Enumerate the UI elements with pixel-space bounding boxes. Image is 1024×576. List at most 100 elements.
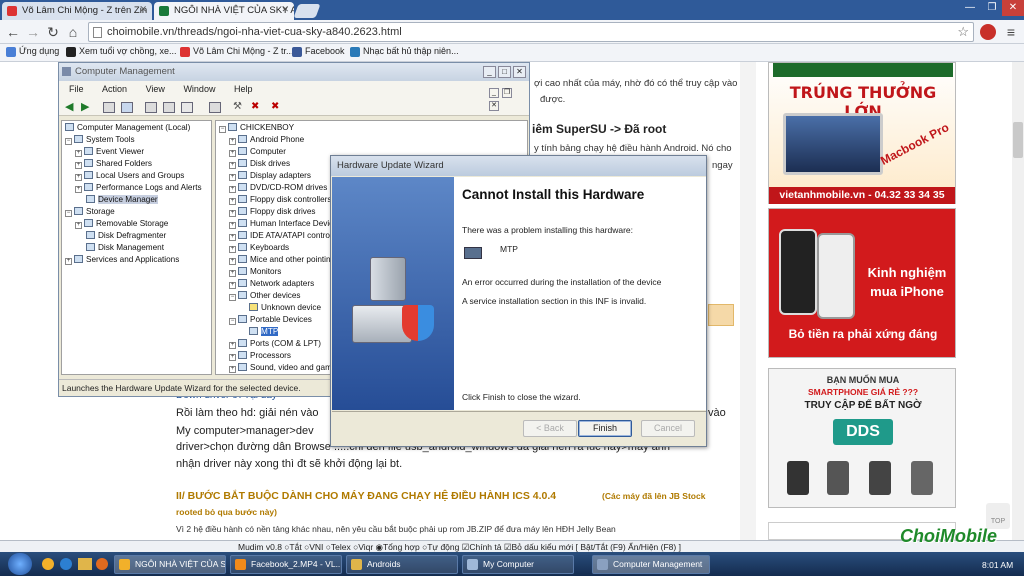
media-player-icon[interactable]: [96, 558, 108, 570]
cancel-button[interactable]: Cancel: [641, 420, 695, 437]
chrome-icon[interactable]: [42, 558, 54, 570]
expand-icon[interactable]: +: [229, 198, 236, 205]
forward-arrow-icon[interactable]: →: [24, 22, 42, 42]
device-category[interactable]: − Portable Devices: [229, 315, 312, 325]
tree-item[interactable]: + Performance Logs and Alerts: [75, 183, 202, 193]
tree-item[interactable]: Disk Management: [86, 243, 164, 252]
cm-title-bar[interactable]: Computer Management: [59, 63, 529, 81]
close-tab-icon[interactable]: ✕: [281, 4, 289, 15]
show-tree-icon[interactable]: [121, 102, 133, 113]
expand-icon[interactable]: +: [229, 270, 236, 277]
expand-icon[interactable]: +: [75, 162, 82, 169]
scan-hardware-icon[interactable]: ⚒: [233, 102, 245, 113]
ad-dds[interactable]: BẠN MUỐN MUA SMARTPHONE GIÁ RẺ ??? TRUY …: [768, 368, 956, 508]
taskbar-item-androids[interactable]: Androids: [346, 555, 458, 574]
tree-item-device-manager[interactable]: Device Manager: [86, 195, 158, 204]
menu-view[interactable]: View: [146, 84, 165, 94]
tree-item[interactable]: + Removable Storage: [75, 219, 168, 229]
back-arrow-icon[interactable]: ←: [4, 22, 22, 42]
menu-window[interactable]: Window: [183, 84, 215, 94]
ad-vietanhmobile[interactable]: TRÚNG THƯỞNG LỚN Macbook Pro vietanhmobi…: [768, 62, 956, 204]
ad-iphone[interactable]: Kinh nghiệm mua iPhone Bỏ tiền ra phải x…: [768, 208, 956, 358]
device-item[interactable]: Unknown device: [249, 303, 321, 312]
finish-button[interactable]: Finish: [578, 420, 632, 437]
tree-item[interactable]: − Storage: [65, 207, 115, 217]
close-tab-icon[interactable]: ✕: [139, 4, 147, 15]
bookmark-xem-tuoi[interactable]: Xem tuổi vợ chồng, xe...: [66, 46, 176, 60]
collapse-icon[interactable]: −: [229, 294, 236, 301]
expand-icon[interactable]: +: [65, 258, 72, 265]
device-root[interactable]: − CHICKENBOY: [219, 123, 294, 133]
menu-icon[interactable]: ≡: [1002, 22, 1020, 42]
reload-icon[interactable]: ↻: [44, 22, 62, 42]
expand-icon[interactable]: +: [229, 138, 236, 145]
menu-action[interactable]: Action: [102, 84, 127, 94]
device-category[interactable]: + Ports (COM & LPT): [229, 339, 321, 349]
menu-help[interactable]: Help: [234, 84, 253, 94]
expand-icon[interactable]: +: [229, 186, 236, 193]
home-icon[interactable]: ⌂: [64, 22, 82, 42]
expand-icon[interactable]: +: [229, 174, 236, 181]
expand-icon[interactable]: +: [229, 366, 236, 373]
adblock-icon[interactable]: [980, 24, 996, 40]
print-icon[interactable]: [163, 102, 175, 113]
bookmark-nhac[interactable]: Nhạc bất hủ thập niên...: [350, 46, 459, 60]
expand-icon[interactable]: +: [75, 186, 82, 193]
inner-minimize-button[interactable]: _: [489, 88, 499, 98]
wizard-title-bar[interactable]: Hardware Update Wizard: [331, 156, 706, 176]
tree-item[interactable]: + Event Viewer: [75, 147, 144, 157]
minimize-window-button[interactable]: —: [960, 0, 980, 16]
tree-item[interactable]: Computer Management (Local): [65, 123, 190, 132]
cm-maximize-button[interactable]: □: [498, 66, 511, 78]
taskbar-item-my-computer[interactable]: My Computer: [462, 555, 574, 574]
up-folder-icon[interactable]: [103, 102, 115, 113]
close-window-button[interactable]: ✕: [1002, 0, 1024, 16]
expand-icon[interactable]: +: [229, 234, 236, 241]
expand-icon[interactable]: +: [229, 258, 236, 265]
ie-icon[interactable]: [60, 558, 72, 570]
device-category[interactable]: + Network adapters: [229, 279, 314, 289]
tree-item[interactable]: Disk Defragmenter: [86, 231, 166, 240]
back-arrow-icon[interactable]: ◀: [65, 102, 77, 113]
bookmark-facebook[interactable]: Facebook: [292, 46, 345, 60]
expand-icon[interactable]: +: [75, 174, 82, 181]
tab-vo-lam[interactable]: Võ Lâm Chi Mộng - Z trên Zin ✕: [2, 2, 152, 20]
help-icon[interactable]: [181, 102, 193, 113]
bookmark-vo-lam[interactable]: Võ Lâm Chi Mộng - Z tr...: [180, 46, 294, 60]
address-bar[interactable]: choimobile.vn/threads/ngoi-nha-viet-cua-…: [88, 22, 974, 42]
expand-icon[interactable]: +: [229, 210, 236, 217]
tree-item[interactable]: + Services and Applications: [65, 255, 179, 265]
cm-close-button[interactable]: ✕: [513, 66, 526, 78]
tree-item[interactable]: + Local Users and Groups: [75, 171, 184, 181]
clock[interactable]: 8:01 AM: [982, 560, 1013, 570]
collapse-icon[interactable]: −: [219, 126, 226, 133]
refresh-icon[interactable]: [209, 102, 221, 113]
device-category[interactable]: − Other devices: [229, 291, 301, 301]
ime-options[interactable]: Mudim v0.8 ○Tắt ○VNI ○Telex ○Viqr ◉Tổng …: [238, 542, 681, 552]
device-category[interactable]: + Human Interface Devices: [229, 219, 342, 229]
device-category[interactable]: + Android Phone: [229, 135, 304, 145]
collapse-icon[interactable]: −: [65, 138, 72, 145]
device-category[interactable]: + Floppy disk controllers: [229, 195, 331, 205]
expand-icon[interactable]: +: [229, 162, 236, 169]
device-category[interactable]: + Processors: [229, 351, 291, 361]
disable-device-icon[interactable]: ✖: [251, 102, 263, 113]
expand-icon[interactable]: +: [75, 222, 82, 229]
inner-close-button[interactable]: ✕: [489, 101, 499, 111]
expand-icon[interactable]: +: [229, 222, 236, 229]
collapse-icon[interactable]: −: [65, 210, 72, 217]
expand-icon[interactable]: +: [75, 150, 82, 157]
device-category[interactable]: + Keyboards: [229, 243, 289, 253]
bookmark-star-icon[interactable]: ☆: [957, 23, 969, 41]
start-button[interactable]: [8, 553, 32, 575]
device-category[interactable]: + DVD/CD-ROM drives: [229, 183, 327, 193]
device-category[interactable]: + Disk drives: [229, 159, 290, 169]
tree-item[interactable]: + Shared Folders: [75, 159, 152, 169]
tree-item[interactable]: − System Tools: [65, 135, 135, 145]
scrollbar-thumb[interactable]: [1013, 122, 1023, 158]
bookmark-apps[interactable]: Ứng dụng: [6, 46, 59, 60]
taskbar-item-computer-management[interactable]: Computer Management: [592, 555, 710, 574]
collapse-icon[interactable]: −: [229, 318, 236, 325]
expand-icon[interactable]: +: [229, 354, 236, 361]
back-button[interactable]: < Back: [523, 420, 577, 437]
